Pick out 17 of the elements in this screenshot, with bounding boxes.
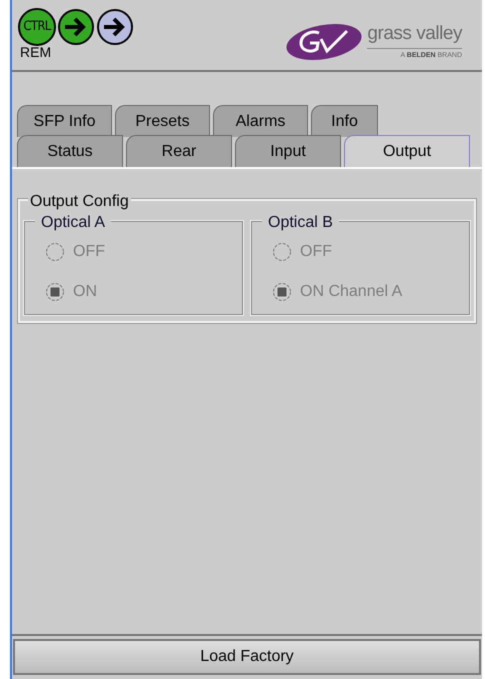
tab[interactable]: Output bbox=[344, 135, 470, 167]
logo-icon bbox=[285, 22, 364, 61]
tab[interactable]: Input bbox=[235, 135, 341, 167]
load-factory-button[interactable]: Load Factory bbox=[13, 639, 481, 675]
tab[interactable]: Info bbox=[311, 105, 378, 137]
tab[interactable]: SFP Info bbox=[17, 105, 112, 137]
radio-label: ON Channel A bbox=[300, 282, 402, 302]
tab[interactable]: Alarms bbox=[213, 105, 308, 137]
tab[interactable]: Presets bbox=[115, 105, 210, 137]
tab[interactable]: Status bbox=[17, 135, 123, 167]
radio-label: ON bbox=[73, 282, 97, 302]
control-status-icon: CTRL bbox=[18, 8, 56, 46]
tab[interactable]: Rear bbox=[126, 135, 232, 167]
radio-label: OFF bbox=[73, 242, 105, 262]
radio-label: OFF bbox=[300, 242, 332, 262]
status-caption: REM bbox=[19, 45, 52, 59]
logo-wordmark: grass valley bbox=[367, 22, 462, 49]
